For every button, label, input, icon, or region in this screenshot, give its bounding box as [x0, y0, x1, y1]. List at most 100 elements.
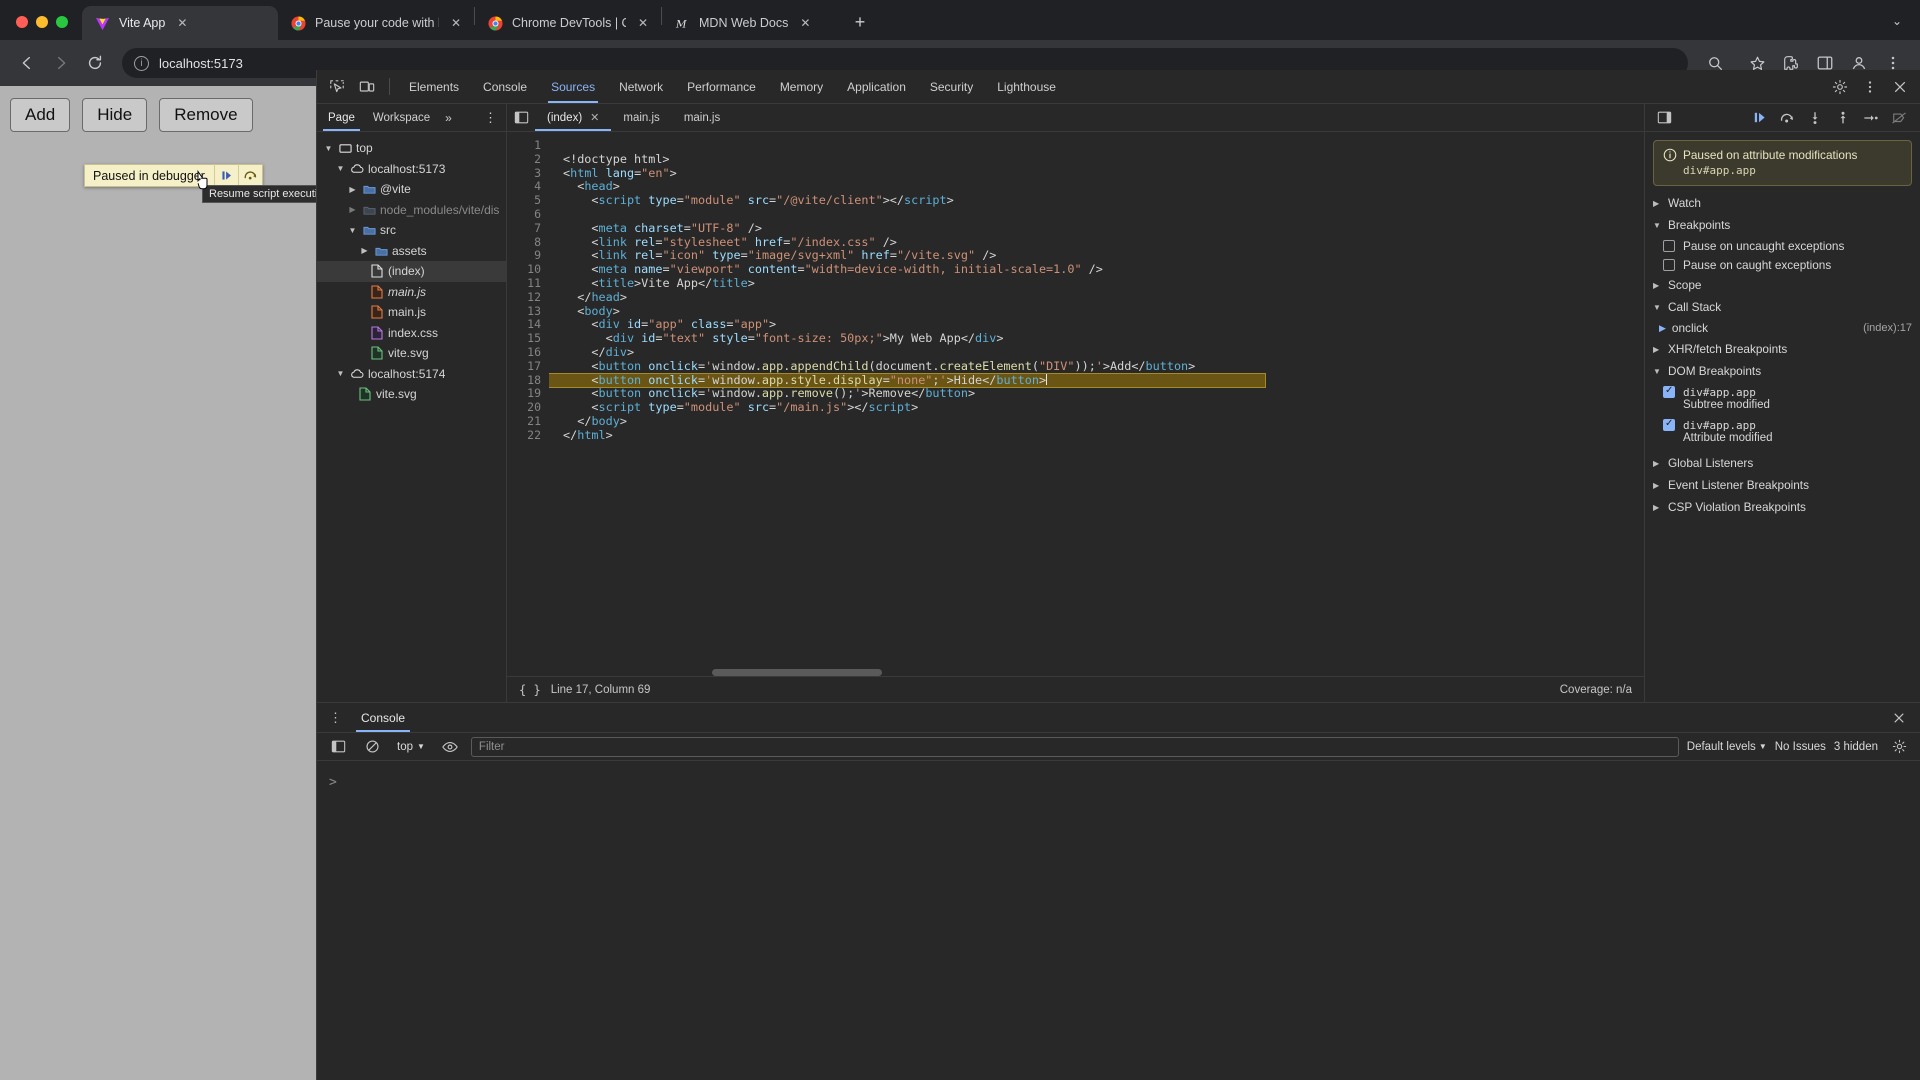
code-content[interactable]: <!doctype html> <html lang="en"> <head> <… — [549, 132, 1644, 676]
close-tab-icon[interactable]: ✕ — [635, 15, 651, 31]
tree-item-localhost-5173[interactable]: ▼ localhost:5173 — [317, 159, 506, 180]
browser-tab-vite-app[interactable]: Vite App ✕ — [82, 6, 278, 40]
editor-tab-main-js-2[interactable]: main.js — [672, 104, 732, 131]
pause-on-caught-exceptions-row[interactable]: Pause on caught exceptions — [1645, 255, 1920, 274]
devtools-tab-application[interactable]: Application — [836, 70, 917, 103]
console-context-selector[interactable]: top ▼ — [393, 739, 429, 755]
kebab-menu-icon[interactable]: ⋮ — [477, 110, 504, 126]
twisty-right-icon[interactable]: ▶ — [347, 185, 358, 194]
tree-item-assets-folder[interactable]: ▶ assets — [317, 241, 506, 262]
code-editor[interactable]: 12345678 9 10 11 12 13 14 15 16 17 18 19 20 21 22 <!… — [507, 132, 1644, 676]
debugger-section-watch[interactable]: ▶ Watch — [1645, 192, 1920, 214]
editor-horizontal-scrollbar[interactable] — [507, 669, 1644, 676]
tree-item-vite-folder[interactable]: ▶ @vite — [317, 179, 506, 200]
tree-item-index[interactable]: (index) — [317, 261, 506, 282]
console-hidden-count-label[interactable]: 3 hidden — [1834, 741, 1878, 753]
console-issues-label[interactable]: No Issues — [1775, 741, 1826, 753]
tree-item-localhost-5174[interactable]: ▼ localhost:5174 — [317, 364, 506, 385]
step-out-of-current-function-button[interactable] — [1830, 106, 1856, 130]
overlay-step-over-icon[interactable] — [237, 164, 262, 187]
new-tab-button[interactable]: + — [846, 8, 874, 36]
devtools-tab-network[interactable]: Network — [608, 70, 674, 103]
navigator-tab-workspace[interactable]: Workspace — [364, 104, 439, 131]
kebab-menu-icon[interactable]: ⋮ — [321, 710, 350, 726]
debugger-section-csp-violation-breakpoints[interactable]: ▶ CSP Violation Breakpoints — [1645, 496, 1920, 518]
console-prompt-icon[interactable]: > — [329, 775, 337, 790]
clear-console-icon[interactable] — [359, 735, 385, 759]
page-remove-button[interactable]: Remove — [159, 98, 253, 132]
page-add-button[interactable]: Add — [10, 98, 71, 132]
close-devtools-icon[interactable] — [1886, 74, 1914, 100]
step-over-next-function-call-button[interactable] — [1774, 106, 1800, 130]
devtools-tab-security[interactable]: Security — [919, 70, 984, 103]
debugger-section-call-stack[interactable]: ▼ Call Stack — [1645, 296, 1920, 318]
settings-gear-icon[interactable] — [1886, 735, 1912, 759]
kebab-menu-icon[interactable] — [1856, 74, 1884, 100]
inspect-element-icon[interactable] — [323, 74, 351, 100]
browser-tab-chrome-devtools[interactable]: Chrome DevTools | Chrome f ✕ — [475, 6, 661, 40]
console-output-area[interactable]: > — [317, 761, 1920, 1080]
tree-item-src-folder[interactable]: ▼ src — [317, 220, 506, 241]
panel-toggle-icon[interactable] — [507, 105, 535, 131]
tree-item-node-modules[interactable]: ▶ node_modules/vite/dis — [317, 200, 506, 221]
twisty-down-icon[interactable]: ▼ — [347, 226, 358, 235]
devtools-tab-lighthouse[interactable]: Lighthouse — [986, 70, 1067, 103]
close-editor-tab-icon[interactable]: ✕ — [590, 111, 599, 124]
pretty-print-icon[interactable]: { } — [519, 683, 541, 697]
pause-on-uncaught-exceptions-row[interactable]: Pause on uncaught exceptions — [1645, 236, 1920, 255]
close-window-button[interactable] — [16, 16, 28, 28]
page-hide-button[interactable]: Hide — [82, 98, 148, 132]
debugger-section-breakpoints[interactable]: ▼ Breakpoints — [1645, 214, 1920, 236]
forward-arrow-icon[interactable] — [46, 48, 76, 78]
live-expression-icon[interactable] — [437, 735, 463, 759]
scrollbar-thumb[interactable] — [712, 669, 882, 676]
chevron-down-icon[interactable]: ⌄ — [1892, 14, 1920, 40]
step-button[interactable] — [1858, 106, 1884, 130]
console-sidebar-icon[interactable] — [325, 735, 351, 759]
devtools-tab-memory[interactable]: Memory — [769, 70, 834, 103]
devtools-tab-performance[interactable]: Performance — [676, 70, 767, 103]
checkbox-icon[interactable] — [1663, 258, 1675, 271]
back-arrow-icon[interactable] — [12, 48, 42, 78]
console-log-levels-selector[interactable]: Default levels ▼ — [1687, 741, 1767, 753]
editor-tab-main-js-1[interactable]: main.js — [611, 104, 671, 131]
navigator-tab-page[interactable]: Page — [319, 104, 364, 131]
tree-item-top[interactable]: ▼ top — [317, 138, 506, 159]
devtools-tab-sources[interactable]: Sources — [540, 70, 606, 103]
twisty-down-icon[interactable]: ▼ — [335, 369, 346, 378]
twisty-right-icon[interactable]: ▶ — [347, 205, 358, 214]
tree-item-vite-svg-5174[interactable]: vite.svg — [317, 384, 506, 405]
browser-tab-pause-your-code[interactable]: Pause your code with breakpo ✕ — [278, 6, 474, 40]
debugger-section-global-listeners[interactable]: ▶ Global Listeners — [1645, 452, 1920, 474]
close-tab-icon[interactable]: ✕ — [797, 15, 813, 31]
browser-tab-mdn-web-docs[interactable]: M MDN Web Docs ✕ — [662, 6, 840, 40]
tree-item-vite-svg[interactable]: vite.svg — [317, 343, 506, 364]
debugger-section-scope[interactable]: ▶ Scope — [1645, 274, 1920, 296]
dom-breakpoint-subtree-modified[interactable]: div#app.app Subtree modified — [1645, 382, 1920, 413]
step-into-next-function-call-button[interactable] — [1802, 106, 1828, 130]
drawer-tab-console[interactable]: Console — [350, 703, 416, 732]
debugger-section-xhr-fetch-breakpoints[interactable]: ▶ XHR/fetch Breakpoints — [1645, 338, 1920, 360]
twisty-right-icon[interactable]: ▶ — [359, 246, 370, 255]
close-tab-icon[interactable]: ✕ — [174, 15, 190, 31]
debugger-section-dom-breakpoints[interactable]: ▼ DOM Breakpoints — [1645, 360, 1920, 382]
overlay-resume-icon[interactable] — [213, 164, 238, 187]
checkbox-icon[interactable] — [1663, 418, 1675, 431]
tree-item-main-js-mapped[interactable]: main.js — [317, 282, 506, 303]
minimize-window-button[interactable] — [36, 16, 48, 28]
twisty-down-icon[interactable]: ▼ — [323, 144, 334, 153]
maximize-window-button[interactable] — [56, 16, 68, 28]
reload-icon[interactable] — [80, 48, 110, 78]
twisty-down-icon[interactable]: ▼ — [335, 164, 346, 173]
dom-breakpoint-attribute-modified[interactable]: div#app.app Attribute modified — [1645, 413, 1920, 446]
close-drawer-icon[interactable] — [1882, 711, 1916, 725]
navigator-more-tabs-icon[interactable]: » — [439, 111, 458, 125]
settings-gear-icon[interactable] — [1826, 74, 1854, 100]
call-stack-frame-onclick[interactable]: ▶ onclick (index):17 — [1645, 318, 1920, 338]
close-tab-icon[interactable]: ✕ — [448, 15, 464, 31]
editor-tab-index[interactable]: (index) ✕ — [535, 104, 612, 131]
tree-item-main-js[interactable]: main.js — [317, 302, 506, 323]
resume-script-execution-button[interactable] — [1746, 106, 1772, 130]
checkbox-icon[interactable] — [1663, 239, 1675, 252]
device-toolbar-icon[interactable] — [353, 74, 381, 100]
